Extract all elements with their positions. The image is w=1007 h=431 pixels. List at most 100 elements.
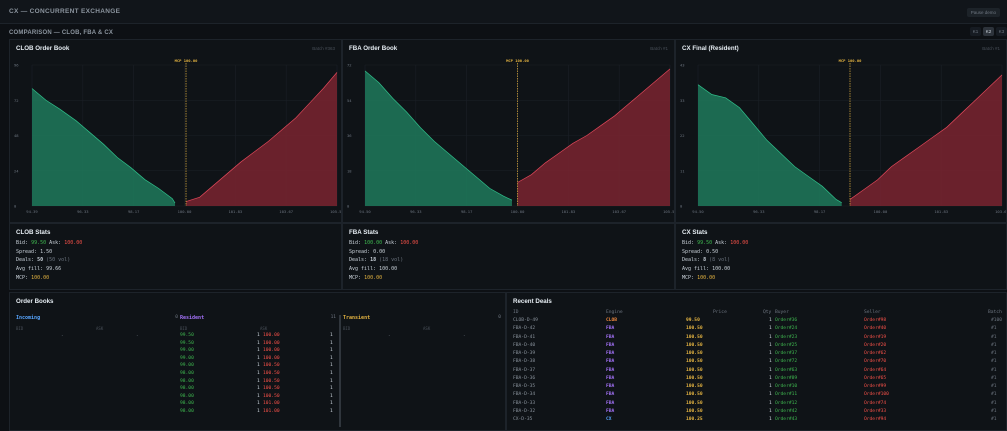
stats-title: CX Stats	[682, 229, 708, 236]
deal-qty: 1	[769, 408, 772, 414]
bid-qty: 1	[257, 348, 260, 354]
comparison-tabs: K1 K2 K3	[970, 27, 1007, 36]
book-scrollbar[interactable]	[339, 315, 341, 427]
deal-engine: FBA	[606, 351, 615, 356]
stat-deals: Deals: 50 (50 vol)	[16, 257, 71, 264]
x-tick-label: 100.00	[178, 209, 192, 214]
y-tick-label: 0	[347, 204, 350, 209]
ask-qty: 1	[330, 386, 333, 392]
cx-chart-panel: CX Final (Resident) Batch #1 0 11 22 33 43 94…	[675, 39, 1007, 223]
deal-price: 100.50	[686, 326, 703, 332]
deal-qty: 1	[769, 351, 772, 356]
stats-title: FBA Stats	[349, 229, 379, 236]
recent-deals-panel: Recent Deals ID Engine Price Qty Buyer S…	[506, 292, 1007, 431]
recent-deals-title: Recent Deals	[513, 298, 552, 305]
deal-id: FBA-D-35	[513, 384, 536, 389]
x-tick-label: 100.00	[511, 209, 525, 214]
ask-qty: 1	[330, 409, 333, 414]
clob-chart-panel: CLOB Order Book Batch #363 0 24 48 72 96 94.3…	[9, 39, 342, 223]
chart-batch: Batch #1	[982, 46, 1000, 51]
stat-mcp: MCP: 100.00	[349, 274, 383, 281]
deal-id: CLOB-D-49	[513, 318, 538, 323]
deal-qty: 1	[769, 375, 772, 381]
x-tick-label: 101.83	[561, 209, 575, 214]
y-tick-label: 48	[14, 133, 19, 138]
bid-qty: 1	[257, 401, 260, 407]
deal-row: FBA-D-40 FBA 100.50 1 Order#25 Order#20 #1	[513, 342, 1007, 350]
y-tick-label: 43	[680, 63, 685, 68]
deal-buyer: Order#63	[775, 367, 798, 373]
deal-row: FBA-D-36 FBA 100.50 1 Order#89 Order#65 #1	[513, 375, 1007, 383]
bid-price: 98.00	[180, 393, 194, 399]
y-tick-label: 0	[680, 204, 683, 209]
col-price: Price	[713, 310, 727, 315]
deal-batch: #1	[991, 342, 997, 348]
y-tick-label: 54	[347, 98, 352, 103]
ask-depth-area	[517, 68, 670, 207]
x-tick-label: 103.67	[995, 209, 1006, 214]
order-books-panel: Order Books Incoming 0 BID ASK - - Resid…	[9, 292, 506, 431]
deal-engine: CX	[606, 417, 612, 422]
order-books-title: Order Books	[16, 298, 54, 305]
deal-seller: Order#62	[864, 351, 887, 356]
ask-price: 100.00	[263, 333, 280, 338]
ask-price: 100.00	[263, 355, 280, 361]
clob-stats-panel: CLOB Stats Bid: 99.50 Ask: 100.00 Spread…	[9, 223, 342, 290]
stat-mcp: MCP: 100.00	[682, 274, 716, 281]
y-tick-label: 11	[680, 168, 685, 173]
deal-seller: Order#98	[864, 318, 887, 323]
x-tick-label: 101.83	[934, 209, 948, 214]
fba-chart-panel: FBA Order Book Batch #1 0 18 36 54 72 94.50 96…	[342, 39, 675, 223]
stat-bid-ask: Bid: 99.50 Ask: 100.00	[16, 240, 83, 246]
deal-qty: 1	[769, 334, 772, 340]
deal-qty: 1	[769, 318, 772, 323]
bid-price: 99.50	[180, 333, 194, 338]
deal-row: FBA-D-35 FBA 100.50 1 Order#10 Order#99 #1	[513, 383, 1007, 391]
y-tick-label: 24	[14, 168, 19, 173]
deal-seller: Order#94	[864, 417, 887, 422]
ask-qty: 1	[330, 393, 333, 399]
pause-demo-button[interactable]: Pause demo	[966, 8, 1000, 17]
ask-qty: 1	[330, 363, 333, 369]
deal-engine: FBA	[606, 392, 615, 398]
bid-price: 98.00	[180, 401, 194, 407]
deal-id: FBA-D-39	[513, 351, 536, 356]
bid-price: 98.00	[180, 386, 194, 392]
stat-avg-fill: Avg fill: 100.00	[349, 266, 398, 273]
deal-batch: #1	[991, 417, 997, 422]
deal-id: FBA-D-34	[513, 392, 536, 398]
deal-qty: 1	[769, 342, 772, 348]
tab-k3[interactable]: K3	[996, 27, 1007, 36]
tab-k1[interactable]: K1	[970, 27, 981, 36]
bid-price: 98.00	[180, 409, 194, 414]
y-tick-label: 18	[347, 168, 352, 173]
deal-price: 100.50	[686, 342, 703, 348]
top-bar: CX — CONCURRENT EXCHANGE Pause demo	[0, 0, 1007, 24]
deal-id: CX-D-35	[513, 417, 533, 422]
mcp-label: MCP 100.00	[175, 58, 199, 63]
deal-qty: 1	[769, 384, 772, 389]
ask-price: 100.00	[263, 348, 280, 354]
deal-seller: Order#65	[864, 375, 887, 381]
deal-id: FBA-D-36	[513, 375, 536, 381]
transient-count: 0	[498, 315, 501, 320]
deal-seller: Order#74	[864, 400, 887, 406]
x-tick-label: 105.50	[663, 209, 674, 214]
x-tick-label: 96.33	[77, 209, 88, 214]
deal-price: 99.50	[686, 318, 700, 323]
deal-buyer: Order#24	[775, 326, 798, 332]
col-engine: Engine	[606, 310, 623, 315]
deal-seller: Order#64	[864, 367, 887, 373]
deal-seller: Order#33	[864, 408, 887, 414]
ask-price: 100.50	[263, 363, 280, 369]
deal-engine: FBA	[606, 326, 615, 332]
bid-qty: 1	[257, 355, 260, 361]
deal-batch: #1	[991, 375, 997, 381]
x-tick-label: 105.50	[330, 209, 341, 214]
ask-price: 100.50	[263, 386, 280, 392]
deal-batch: #1	[991, 326, 997, 332]
deal-row: FBA-D-41 FBA 100.50 1 Order#23 Order#19 #1	[513, 334, 1007, 342]
tab-k2[interactable]: K2	[983, 27, 994, 36]
stat-spread: Spread: 0.50	[682, 248, 719, 255]
incoming-ask-empty: -	[136, 334, 139, 339]
